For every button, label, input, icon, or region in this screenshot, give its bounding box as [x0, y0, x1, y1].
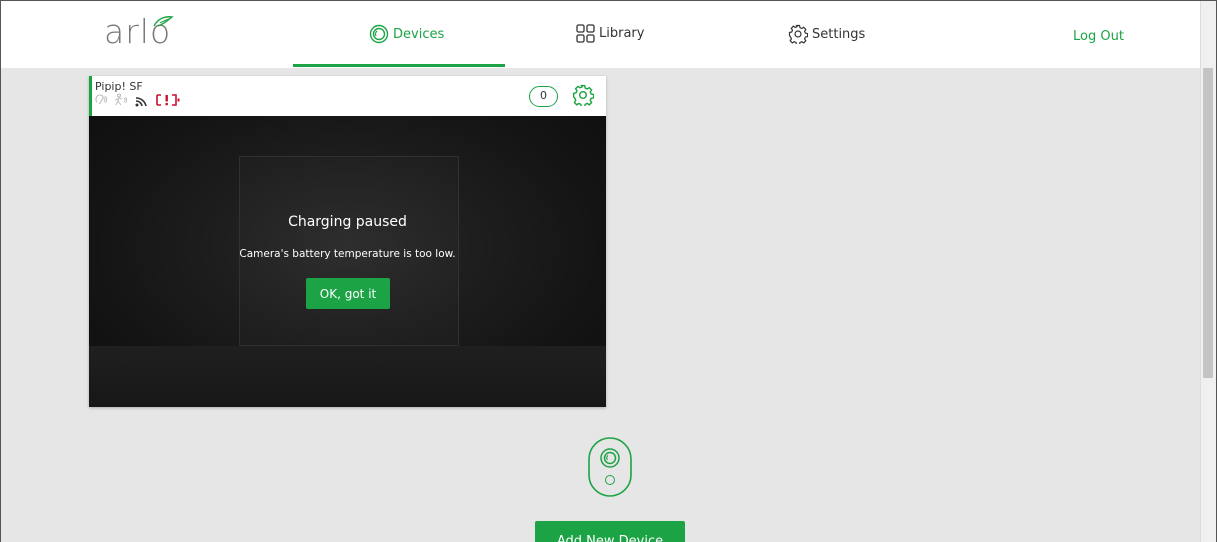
charging-paused-title: Charging paused — [288, 214, 407, 230]
scrollbar-thumb[interactable] — [1203, 68, 1213, 378]
camera-device-illustration — [588, 437, 632, 497]
ok-got-it-button[interactable]: OK, got it — [306, 278, 390, 309]
motion-icon[interactable] — [113, 93, 129, 107]
tab-settings[interactable]: Settings — [788, 24, 865, 44]
tab-library-label: Library — [599, 26, 645, 41]
tab-devices-label: Devices — [393, 26, 445, 42]
camera-lens-icon — [369, 24, 389, 44]
grid-icon — [576, 24, 595, 43]
gear-icon — [788, 24, 808, 44]
camera-status-icons — [94, 93, 181, 107]
camera-card-header: Pipip! SF 0 — [89, 76, 606, 116]
feed-floor-shade — [89, 346, 606, 407]
battery-temperature-message: Camera's battery temperature is too low. — [239, 248, 456, 260]
audio-icon[interactable] — [94, 93, 108, 107]
active-tab-indicator — [293, 64, 505, 67]
camera-settings-gear-icon[interactable] — [572, 84, 594, 106]
event-count-badge[interactable]: 0 — [529, 86, 558, 107]
camera-card: Pipip! SF 0 Charging paused Camera's bat… — [89, 76, 606, 407]
wifi-signal-icon — [135, 97, 147, 107]
logo-leaf-icon — [153, 16, 174, 27]
tab-devices[interactable]: Devices — [369, 24, 444, 44]
camera-name: Pipip! SF — [95, 80, 143, 93]
camera-feed[interactable]: Charging paused Camera's battery tempera… — [89, 116, 606, 407]
tab-settings-label: Settings — [812, 26, 866, 42]
tab-library[interactable]: Library — [576, 24, 644, 43]
add-new-device-button[interactable]: Add New Device — [535, 521, 685, 542]
battery-alert-icon — [156, 94, 180, 106]
logout-link[interactable]: Log Out — [1073, 29, 1124, 44]
